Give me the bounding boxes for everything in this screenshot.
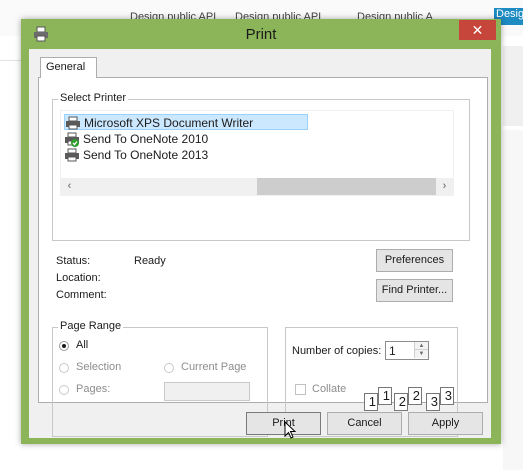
collate-page: 2 bbox=[408, 387, 422, 405]
increment-icon[interactable]: ▲ bbox=[414, 342, 428, 350]
general-tab-panel: Select Printer Microsoft XPS Document Wr… bbox=[38, 77, 488, 437]
collate-page: 1 bbox=[364, 393, 378, 411]
close-icon: ✕ bbox=[471, 22, 484, 38]
pages-label: Pages: bbox=[76, 383, 111, 395]
scrollbar-thumb[interactable] bbox=[257, 178, 436, 195]
background-panel bbox=[503, 130, 523, 470]
location-label: Location: bbox=[56, 272, 101, 284]
selection-radio[interactable] bbox=[59, 363, 69, 373]
scroll-right-icon[interactable]: › bbox=[436, 178, 453, 195]
collate-label: Collate bbox=[312, 383, 347, 395]
collate-page: 3 bbox=[440, 387, 454, 405]
collate-checkbox[interactable] bbox=[295, 384, 306, 395]
apply-button[interactable]: Apply bbox=[408, 412, 483, 435]
dialog-title: Print bbox=[245, 26, 277, 43]
dialog-client-area: General Select Printer Microsoft XPS Doc… bbox=[29, 49, 491, 438]
status-value: Ready bbox=[134, 255, 166, 267]
collate-page: 1 bbox=[378, 387, 392, 405]
copies-label: Number of copies: bbox=[292, 345, 382, 357]
printer-list[interactable]: Microsoft XPS Document Writer Send To On… bbox=[60, 110, 454, 196]
close-button[interactable]: ✕ bbox=[459, 20, 496, 40]
pages-input[interactable] bbox=[164, 382, 250, 401]
print-dialog: Print ✕ General Select Printer Microsoft… bbox=[21, 19, 501, 444]
page-range-heading: Page Range bbox=[58, 320, 124, 332]
background-scrollbar[interactable] bbox=[503, 46, 523, 126]
preferences-button[interactable]: Preferences bbox=[376, 249, 453, 272]
printer-item-onenote-2013[interactable]: Send To OneNote 2013 bbox=[64, 147, 208, 163]
copies-stepper[interactable]: 1 ▲ ▼ bbox=[385, 341, 429, 360]
printer-icon bbox=[64, 147, 80, 163]
comment-label: Comment: bbox=[56, 289, 107, 301]
tab-general[interactable]: General bbox=[40, 57, 97, 78]
select-printer-group: Select Printer Microsoft XPS Document Wr… bbox=[52, 92, 470, 241]
all-label: All bbox=[76, 339, 89, 351]
printer-list-scrollbar[interactable]: ‹ › bbox=[61, 178, 453, 195]
printer-name: Microsoft XPS Document Writer bbox=[84, 116, 254, 130]
pages-radio[interactable] bbox=[59, 385, 69, 395]
printer-name: Send To OneNote 2013 bbox=[83, 148, 209, 162]
page-range-group: Page Range All Selection Current Page Pa… bbox=[52, 320, 268, 437]
dialog-titlebar[interactable]: Print ✕ bbox=[21, 19, 501, 49]
printer-item-onenote-2010[interactable]: Send To OneNote 2010 bbox=[64, 131, 208, 147]
collate-page: 2 bbox=[394, 393, 408, 411]
mouse-cursor-icon bbox=[284, 421, 297, 439]
find-printer-button[interactable]: Find Printer... bbox=[376, 279, 453, 302]
printer-name: Send To OneNote 2010 bbox=[83, 132, 209, 146]
all-radio[interactable] bbox=[59, 341, 69, 351]
default-printer-icon bbox=[64, 131, 80, 147]
printer-item-xps[interactable]: Microsoft XPS Document Writer bbox=[64, 114, 308, 130]
printer-icon bbox=[65, 115, 81, 131]
decrement-icon[interactable]: ▼ bbox=[414, 350, 428, 358]
selection-label: Selection bbox=[76, 361, 122, 373]
copies-value[interactable]: 1 bbox=[389, 344, 396, 358]
current-page-radio[interactable] bbox=[164, 363, 174, 373]
collate-page: 3 bbox=[426, 393, 440, 411]
select-printer-heading: Select Printer bbox=[58, 92, 129, 104]
scroll-left-icon[interactable]: ‹ bbox=[61, 178, 78, 195]
status-label: Status: bbox=[56, 255, 91, 267]
current-page-label: Current Page bbox=[181, 361, 247, 373]
cancel-button[interactable]: Cancel bbox=[327, 412, 402, 435]
